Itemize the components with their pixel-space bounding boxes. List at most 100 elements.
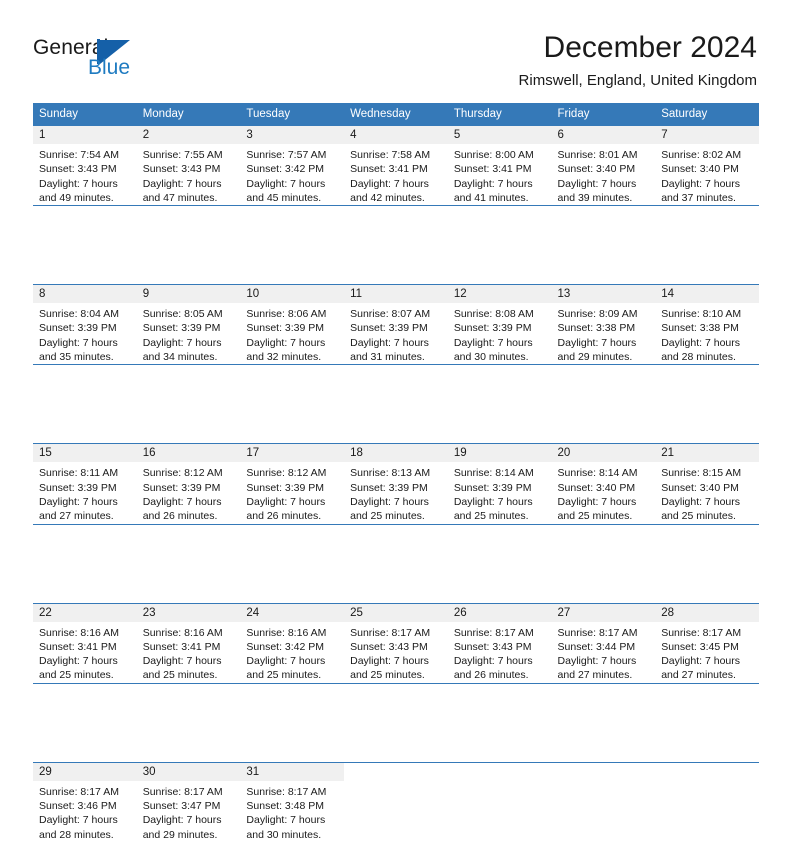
sunset-time: Sunset: 3:43 PM: [142, 163, 221, 176]
daylight-line-2: and 26 minutes.: [453, 669, 529, 682]
sunset-time: Sunset: 3:46 PM: [39, 800, 117, 813]
sunrise-time: Sunrise: 8:11 AM: [39, 467, 119, 480]
page-title: December 2024: [543, 31, 757, 64]
calendar-day-cell[interactable]: 18 Sunrise: 8:13 AM Sunset: 3:39 PM Dayligh…: [344, 443, 448, 525]
daylight-line-1: Daylight: 7 hours: [246, 177, 326, 190]
day-details: Sunrise: 8:02 AM Sunset: 3:40 PM Daylight:…: [655, 144, 759, 205]
location-subtitle: Rimswell, England, United Kingdom: [518, 72, 757, 89]
daylight-line-1: Daylight: 7 hours: [661, 655, 741, 668]
calendar-day-cell[interactable]: 24 Sunrise: 8:16 AM Sunset: 3:42 PM Dayligh…: [240, 602, 345, 684]
calendar-day-cell[interactable]: 6 Sunrise: 8:01 AM Sunset: 3:40 PM Daylight…: [551, 126, 656, 206]
sunset-time: Sunset: 3:40 PM: [557, 481, 636, 494]
sunrise-time: Sunrise: 8:12 AM: [246, 467, 327, 480]
weekday-header-saturday: Saturday: [655, 103, 759, 126]
daylight-line-2: and 31 minutes.: [350, 351, 425, 364]
calendar-day-cell[interactable]: 7 Sunrise: 8:02 AM Sunset: 3:40 PM Daylight…: [655, 126, 759, 206]
daylight-line-2: and 37 minutes.: [661, 191, 736, 204]
calendar-day-cell[interactable]: 19 Sunrise: 8:14 AM Sunset: 3:39 PM Dayligh…: [447, 443, 552, 525]
day-details: Sunrise: 8:00 AM Sunset: 3:41 PM Daylight:…: [448, 144, 552, 205]
day-number: 11: [344, 285, 448, 304]
sunset-time: Sunset: 3:39 PM: [350, 322, 428, 335]
calendar-day-cell[interactable]: 16 Sunrise: 8:12 AM Sunset: 3:39 PM Dayligh…: [136, 443, 241, 525]
weekday-header-monday: Monday: [136, 103, 241, 126]
calendar-day-cell[interactable]: 27 Sunrise: 8:17 AM Sunset: 3:44 PM Dayligh…: [551, 602, 656, 684]
sunrise-time: Sunrise: 8:10 AM: [661, 308, 742, 321]
calendar-day-cell[interactable]: 9 Sunrise: 8:05 AM Sunset: 3:39 PM Daylight…: [136, 284, 241, 365]
sunset-time: Sunset: 3:39 PM: [246, 322, 325, 335]
sunset-time: Sunset: 3:39 PM: [142, 481, 221, 494]
sunset-time: Sunset: 3:42 PM: [246, 163, 325, 176]
calendar-day-cell[interactable]: 13 Sunrise: 8:09 AM Sunset: 3:38 PM Dayligh…: [551, 284, 656, 365]
daylight-line-2: and 49 minutes.: [39, 191, 114, 204]
day-details: Sunrise: 8:17 AM Sunset: 3:43 PM Daylight:…: [344, 622, 448, 683]
calendar-day-cell[interactable]: 4 Sunrise: 7:58 AM Sunset: 3:41 PM Daylight…: [344, 126, 448, 206]
title-block: December 2024 Rimswell, England, United …: [519, 30, 757, 90]
daylight-line-2: and 30 minutes.: [246, 828, 322, 841]
calendar-week-row: 1 Sunrise: 7:54 AM Sunset: 3:43 PM Daylight…: [33, 126, 759, 206]
daylight-line-1: Daylight: 7 hours: [142, 655, 222, 668]
weekday-header-friday: Friday: [551, 103, 656, 126]
sunset-time: Sunset: 3:40 PM: [661, 481, 739, 494]
day-number: 1: [33, 126, 137, 144]
day-details: Sunrise: 8:16 AM Sunset: 3:41 PM Daylight:…: [33, 622, 137, 683]
calendar-week-row: 15 Sunrise: 8:11 AM Sunset: 3:39 PM Dayligh…: [33, 443, 759, 525]
calendar-day-cell[interactable]: 17 Sunrise: 8:12 AM Sunset: 3:39 PM Dayligh…: [240, 443, 345, 525]
sunset-time: Sunset: 3:39 PM: [453, 481, 532, 494]
daylight-line-2: and 39 minutes.: [557, 191, 633, 204]
day-number: 24: [240, 603, 345, 622]
daylight-line-2: and 26 minutes.: [246, 510, 322, 523]
daylight-line-2: and 26 minutes.: [142, 510, 218, 523]
daylight-line-2: and 29 minutes.: [142, 828, 218, 841]
sunrise-time: Sunrise: 7:54 AM: [39, 149, 119, 161]
calendar-day-cell[interactable]: 26 Sunrise: 8:17 AM Sunset: 3:43 PM Dayligh…: [447, 602, 552, 684]
day-details: Sunrise: 8:12 AM Sunset: 3:39 PM Daylight:…: [240, 462, 344, 523]
calendar-day-cell[interactable]: 29 Sunrise: 8:17 AM Sunset: 3:46 PM Dayligh…: [33, 761, 137, 842]
sunset-time: Sunset: 3:44 PM: [557, 640, 636, 653]
day-details: Sunrise: 8:17 AM Sunset: 3:45 PM Daylight:…: [655, 622, 759, 683]
sunset-time: Sunset: 3:39 PM: [453, 322, 532, 335]
calendar-day-cell[interactable]: 25 Sunrise: 8:17 AM Sunset: 3:43 PM Dayligh…: [344, 602, 448, 684]
calendar-day-cell[interactable]: 1 Sunrise: 7:54 AM Sunset: 3:43 PM Daylight…: [33, 126, 137, 206]
day-number: 10: [240, 285, 345, 304]
calendar-day-cell[interactable]: 21 Sunrise: 8:15 AM Sunset: 3:40 PM Dayligh…: [655, 443, 759, 525]
calendar-day-cell[interactable]: 11 Sunrise: 8:07 AM Sunset: 3:39 PM Dayligh…: [344, 284, 448, 365]
daylight-line-1: Daylight: 7 hours: [246, 495, 326, 508]
daylight-line-2: and 25 minutes.: [142, 669, 218, 682]
week-spacer: [33, 682, 759, 763]
daylight-line-1: Daylight: 7 hours: [39, 814, 118, 827]
calendar-day-cell[interactable]: 30 Sunrise: 8:17 AM Sunset: 3:47 PM Dayligh…: [136, 761, 241, 842]
calendar-day-cell[interactable]: 5 Sunrise: 8:00 AM Sunset: 3:41 PM Daylight…: [447, 126, 552, 206]
day-number: 13: [551, 285, 656, 304]
brand-logo[interactable]: General Blue: [33, 36, 193, 82]
calendar-day-cell[interactable]: 12 Sunrise: 8:08 AM Sunset: 3:39 PM Dayligh…: [447, 284, 552, 365]
sunset-time: Sunset: 3:40 PM: [661, 163, 739, 176]
calendar-day-cell[interactable]: 22 Sunrise: 8:16 AM Sunset: 3:41 PM Dayligh…: [33, 602, 137, 684]
daylight-line-1: Daylight: 7 hours: [350, 336, 429, 349]
daylight-line-1: Daylight: 7 hours: [350, 177, 429, 190]
day-number: 20: [551, 444, 656, 463]
calendar-empty-cell: [551, 761, 656, 842]
day-details: Sunrise: 8:16 AM Sunset: 3:42 PM Daylight:…: [240, 622, 344, 683]
daylight-line-1: Daylight: 7 hours: [557, 495, 637, 508]
calendar-day-cell[interactable]: 2 Sunrise: 7:55 AM Sunset: 3:43 PM Daylight…: [136, 126, 241, 206]
sunset-time: Sunset: 3:38 PM: [557, 322, 636, 335]
daylight-line-1: Daylight: 7 hours: [142, 495, 222, 508]
daylight-line-2: and 28 minutes.: [39, 828, 114, 841]
calendar-day-cell[interactable]: 23 Sunrise: 8:16 AM Sunset: 3:41 PM Dayligh…: [136, 602, 241, 684]
daylight-line-2: and 32 minutes.: [246, 351, 322, 364]
sunrise-time: Sunrise: 8:04 AM: [39, 308, 119, 321]
daylight-line-2: and 47 minutes.: [142, 191, 218, 204]
calendar-day-cell[interactable]: 20 Sunrise: 8:14 AM Sunset: 3:40 PM Dayligh…: [551, 443, 656, 525]
calendar-day-cell[interactable]: 3 Sunrise: 7:57 AM Sunset: 3:42 PM Daylight…: [240, 126, 345, 206]
calendar-day-cell[interactable]: 14 Sunrise: 8:10 AM Sunset: 3:38 PM Dayligh…: [655, 284, 759, 365]
day-number: 2: [136, 126, 241, 144]
calendar-day-cell[interactable]: 10 Sunrise: 8:06 AM Sunset: 3:39 PM Dayligh…: [240, 284, 345, 365]
calendar-day-cell[interactable]: 28 Sunrise: 8:17 AM Sunset: 3:45 PM Dayligh…: [655, 602, 759, 684]
sunset-time: Sunset: 3:43 PM: [350, 640, 428, 653]
day-number: 14: [655, 285, 759, 304]
calendar-day-cell[interactable]: 31 Sunrise: 8:17 AM Sunset: 3:48 PM Dayligh…: [240, 761, 345, 842]
calendar-day-cell[interactable]: 8 Sunrise: 8:04 AM Sunset: 3:39 PM Daylight…: [33, 284, 137, 365]
calendar-day-cell[interactable]: 15 Sunrise: 8:11 AM Sunset: 3:39 PM Dayligh…: [33, 443, 137, 525]
day-number: 28: [655, 603, 759, 622]
daylight-line-2: and 25 minutes.: [350, 510, 425, 523]
